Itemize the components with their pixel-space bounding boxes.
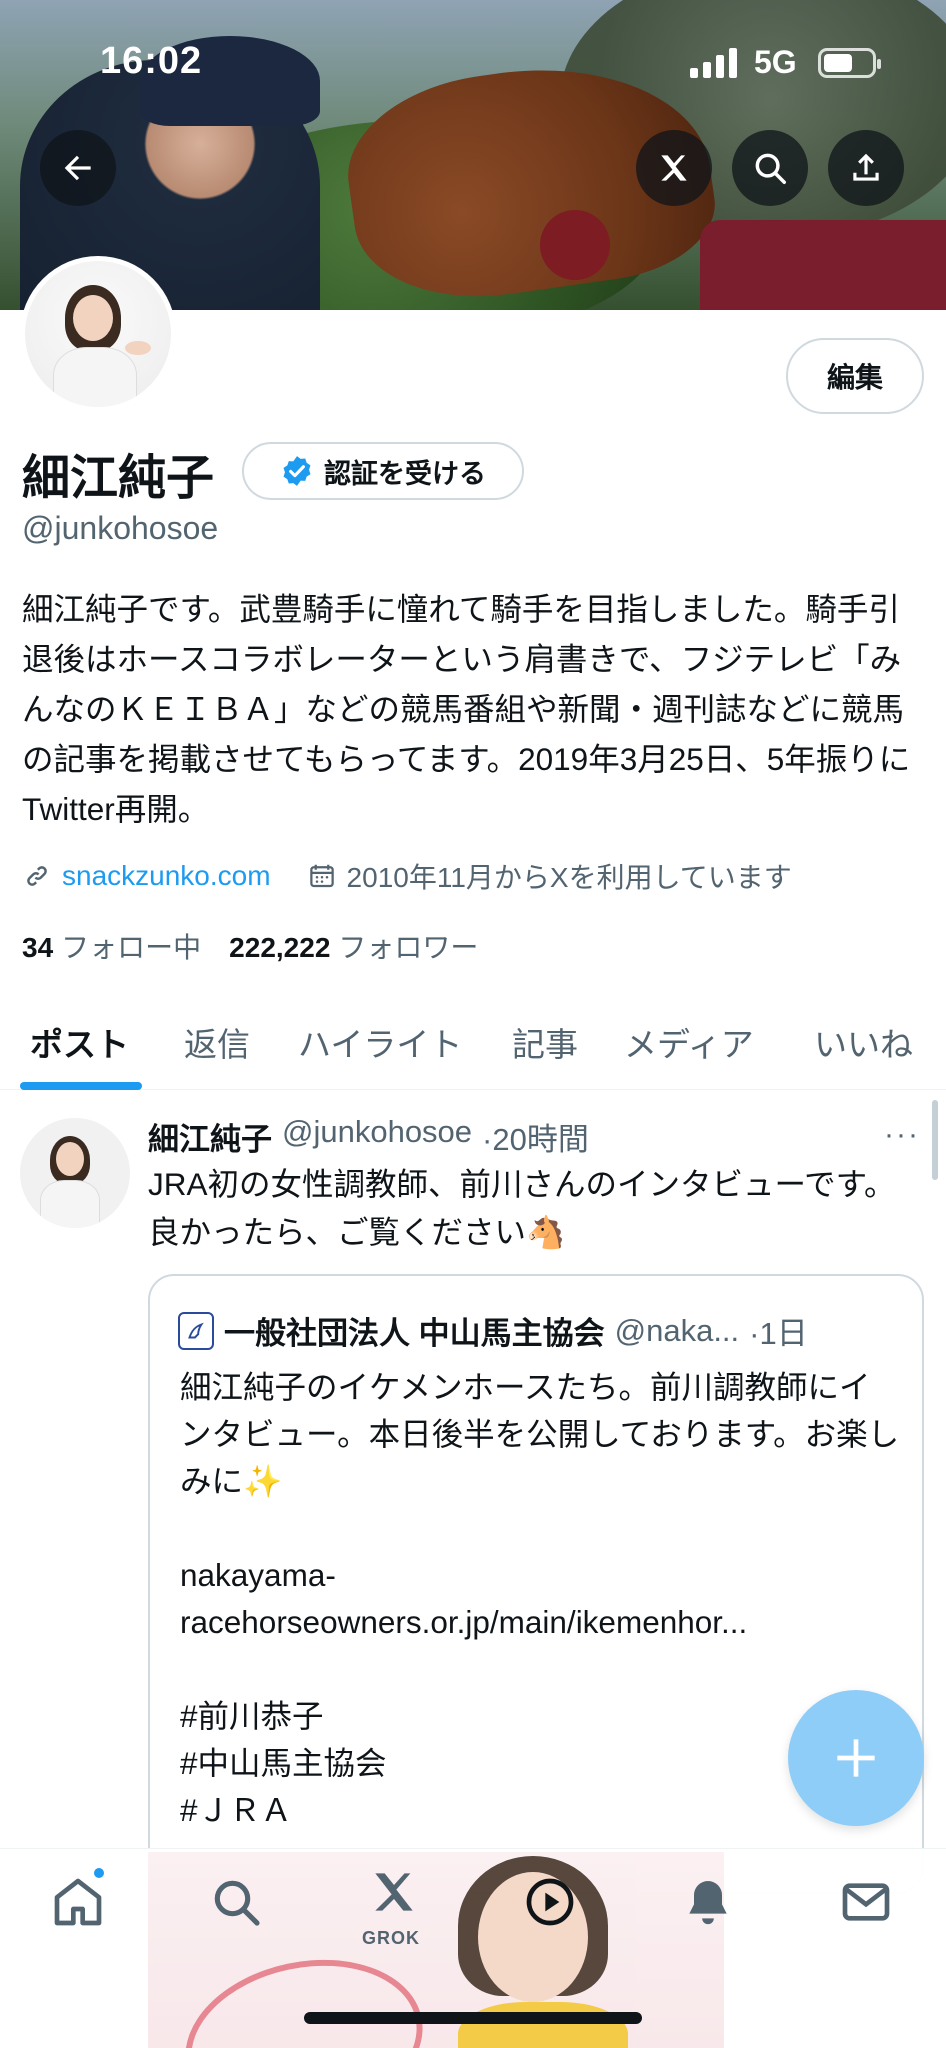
quoted-author-handle: @naka...	[614, 1312, 740, 1348]
grok-icon	[375, 1873, 413, 1911]
active-tab-indicator	[20, 1082, 142, 1090]
post-time[interactable]: ·20時間	[482, 1114, 589, 1159]
back-button[interactable]	[40, 130, 116, 206]
play-icon	[526, 1878, 574, 1926]
following-count: 34	[22, 932, 54, 963]
verified-badge-icon	[283, 456, 311, 486]
profile-meta: snackzunko.com 2010年11月からXを利用しています	[22, 856, 792, 896]
scrollbar[interactable]	[932, 1100, 938, 1180]
grok-button[interactable]	[636, 130, 712, 206]
search-icon	[755, 153, 786, 184]
battery-fill	[824, 54, 852, 72]
home-icon	[54, 1878, 102, 1926]
compose-post-button[interactable]	[788, 1690, 924, 1826]
nav-grok[interactable]	[364, 1862, 424, 1922]
profile-name: 細江純子	[22, 452, 215, 505]
nav-notifications[interactable]	[678, 1872, 738, 1932]
profile-tabs: ポスト 返信 ハイライト 記事 メディア いいね	[0, 1000, 946, 1090]
avatar-figure	[25, 261, 171, 407]
nav-search[interactable]	[206, 1872, 266, 1932]
promo-dress	[458, 2002, 628, 2048]
tab-replies[interactable]: 返信	[184, 1018, 250, 1066]
follow-stats: 34 フォロー中 222,222 フォロワー	[22, 926, 478, 966]
avatar-face	[73, 295, 113, 341]
messages-icon	[842, 1883, 890, 1921]
calendar-icon	[309, 864, 334, 888]
promo-stamp	[169, 1938, 439, 2048]
plus-icon	[837, 1739, 875, 1777]
home-indicator[interactable]	[304, 2012, 642, 2024]
status-bar: 16:02 5G	[0, 0, 946, 120]
share-icon	[853, 153, 879, 181]
banner-jockey	[540, 210, 610, 280]
post-author-avatar[interactable]	[20, 1118, 130, 1228]
post-avatar-body	[40, 1180, 100, 1228]
search-button[interactable]	[732, 130, 808, 206]
grok-icon	[661, 155, 687, 181]
tab-highlights[interactable]: ハイライト	[298, 1018, 462, 1066]
status-time: 16:02	[100, 40, 203, 82]
website-link[interactable]: snackzunko.com	[62, 860, 271, 892]
quoted-post-header: 一般社団法人 中山馬主協会 @naka... ·1日	[178, 1308, 808, 1353]
following-link[interactable]: 34 フォロー中	[22, 926, 201, 966]
followers-label: フォロワー	[338, 932, 479, 963]
signal-icon	[690, 48, 738, 78]
post-avatar-figure	[20, 1118, 130, 1228]
joined-date: 2010年11月からXを利用しています	[346, 862, 792, 893]
post-author-name[interactable]: 細江純子	[148, 1114, 272, 1159]
following-label: フォロー中	[61, 932, 202, 963]
profile-avatar[interactable]	[20, 256, 176, 412]
post-header: 細江純子 @junkohosoe ·20時間	[148, 1114, 589, 1159]
tab-likes[interactable]: いいね	[814, 1018, 913, 1066]
profile-handle: @junkohosoe	[22, 510, 219, 546]
post-avatar-face	[56, 1142, 84, 1176]
nav-messages[interactable]	[836, 1872, 896, 1932]
avatar-hand	[125, 341, 151, 355]
arrow-left-icon	[64, 155, 91, 181]
home-notification-dot	[92, 1866, 106, 1880]
notifications-icon	[689, 1881, 727, 1925]
quoted-post-time: ·1日	[749, 1316, 808, 1351]
nav-home[interactable]	[48, 1872, 108, 1932]
post-more-button[interactable]: ···	[884, 1118, 920, 1152]
banner-saddle	[700, 220, 946, 310]
search-icon	[214, 1880, 260, 1926]
followers-count: 222,222	[229, 932, 331, 963]
network-label: 5G	[754, 44, 797, 80]
get-verified-label: 認証を受ける	[324, 458, 486, 489]
tab-articles[interactable]: 記事	[512, 1018, 578, 1066]
profile-bio: 細江純子です。武豊騎手に憧れて騎手を目指しました。騎手引退後はホースコラボレータ…	[22, 591, 911, 827]
post-text: JRA初の女性調教師、前川さんのインタビューです。良かったら、ご覧ください🐴	[148, 1166, 896, 1250]
followers-link[interactable]: 222,222 フォロワー	[229, 926, 478, 966]
grok-label: GROK	[362, 1928, 420, 1948]
post-author-handle[interactable]: @junkohosoe	[282, 1114, 472, 1159]
share-button[interactable]	[828, 130, 904, 206]
avatar-image	[25, 261, 171, 407]
get-verified-button[interactable]: 認証を受ける	[242, 442, 524, 500]
tab-media[interactable]: メディア	[624, 1018, 754, 1066]
battery-icon	[818, 48, 881, 78]
tab-posts[interactable]: ポスト	[30, 1018, 129, 1066]
edit-profile-button[interactable]: 編集	[786, 338, 924, 414]
quoted-author-name: 一般社団法人 中山馬主協会	[224, 1316, 605, 1351]
avatar-body	[53, 347, 137, 407]
link-icon	[27, 866, 47, 886]
nav-video[interactable]	[520, 1872, 580, 1932]
org-logo-icon	[178, 1311, 214, 1350]
